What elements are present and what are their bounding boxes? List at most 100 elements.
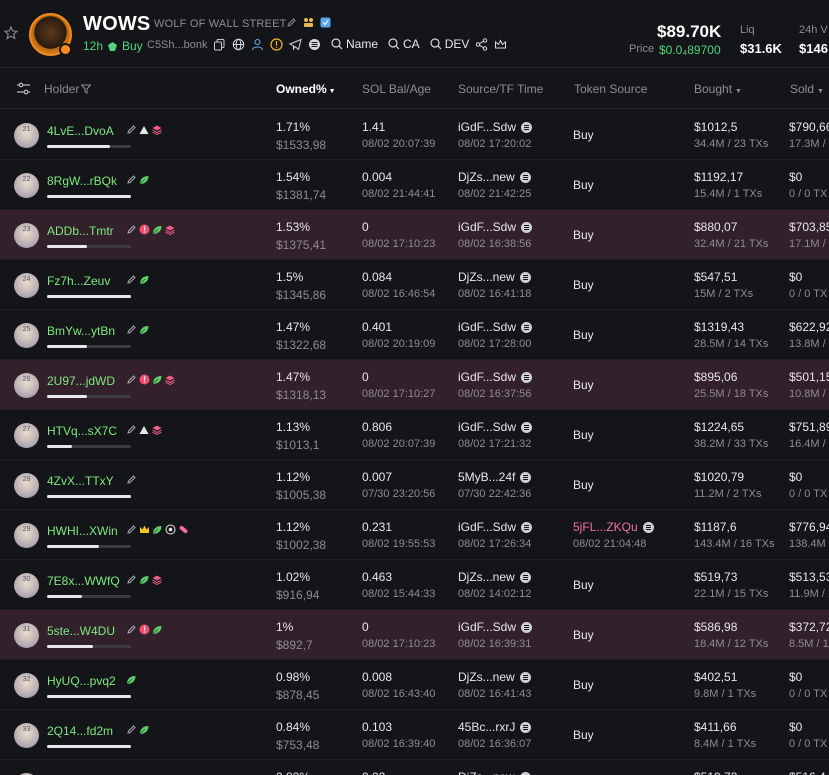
funding-source[interactable]: DjZs...new	[458, 270, 531, 284]
holder-address[interactable]: 4ZvX...TTxY	[47, 474, 114, 488]
column-holder[interactable]: Holder	[44, 82, 92, 96]
funding-source[interactable]: iGdF...Sdw	[458, 220, 533, 234]
funding-source[interactable]: iGdF...Sdw	[458, 120, 533, 134]
solscan-icon[interactable]	[308, 38, 321, 51]
edit-icon[interactable]	[126, 174, 137, 185]
funding-source[interactable]: 45Bc...rxrJ	[458, 720, 532, 734]
holder-address[interactable]: 2Q14...fd2m	[47, 724, 113, 738]
edit-icon[interactable]	[126, 324, 137, 335]
edit-icon[interactable]	[126, 224, 137, 235]
search-ca-button[interactable]: CA	[388, 37, 420, 51]
funding-source[interactable]: iGdF...Sdw	[458, 370, 533, 384]
table-row[interactable]: 29 HWHI...XWin 1.12% $1002,38 0.231 08/02 19:…	[0, 510, 829, 560]
funding-source[interactable]: iGdF...Sdw	[458, 420, 533, 434]
star-icon[interactable]	[4, 26, 18, 40]
solscan-icon[interactable]	[521, 621, 533, 633]
holder-address[interactable]: 4LvE...DvoA	[47, 124, 114, 138]
column-sol-bal[interactable]: SOL Bal/Age	[362, 82, 431, 96]
sort-icon: ▼	[817, 88, 824, 95]
holder-address[interactable]: 7E8x...WWfQ	[47, 574, 120, 588]
column-source[interactable]: Source/TF Time	[458, 82, 543, 96]
solscan-icon[interactable]	[520, 721, 532, 733]
funding-source[interactable]: DjZs...new	[458, 570, 531, 584]
token-buy-tag[interactable]: Buy	[107, 39, 143, 53]
funding-source[interactable]: iGdF...Sdw	[458, 620, 533, 634]
table-row[interactable]: 21 4LvE...DvoA 1.71% $1533,98 1.41 08/02 20:0…	[0, 110, 829, 160]
website-icon[interactable]	[232, 38, 245, 51]
holder-address[interactable]: HyUQ...pvq2	[47, 674, 116, 688]
table-row[interactable]: 30 7E8x...WWfQ 1.02% $916,94 0.463 08/02 15:4…	[0, 560, 829, 610]
table-row[interactable]: 26 2U97...jdWD 1.47% $1318,13 0 08/02 17:10:2…	[0, 360, 829, 410]
solscan-icon[interactable]	[521, 221, 533, 233]
table-row[interactable]: 340.82%0.02DjZs...new$519,73$516,4	[0, 760, 829, 775]
holder-address[interactable]: HWHI...XWin	[47, 524, 118, 538]
holder-address[interactable]: Fz7h...Zeuv	[47, 274, 110, 288]
table-row[interactable]: 33 2Q14...fd2m 0.84% $753,48 0.103 08/02 16:3…	[0, 710, 829, 760]
sold-txs: 138.4M	[789, 538, 826, 550]
table-row[interactable]: 22 8RgW...rBQk 1.54% $1381,74 0.004 08/02 21:…	[0, 160, 829, 210]
table-row[interactable]: 23 ADDb...Tmtr 1.53% $1375,41 0 08/02 17:10:2…	[0, 210, 829, 260]
funding-source[interactable]: DjZs...new	[458, 770, 531, 775]
funding-source[interactable]: iGdF...Sdw	[458, 520, 533, 534]
table-row[interactable]: 28 4ZvX...TTxY 1.12% $1005,38 0.007 07/30 23:…	[0, 460, 829, 510]
edit-icon[interactable]	[126, 374, 137, 385]
solscan-icon[interactable]	[521, 371, 533, 383]
holder-address[interactable]: 8RgW...rBQk	[47, 174, 117, 188]
column-owned[interactable]: Owned% ▼	[276, 82, 336, 96]
contract-address[interactable]: C5Sh...bonk	[147, 39, 208, 51]
solscan-icon[interactable]	[519, 271, 531, 283]
solscan-icon[interactable]	[519, 671, 531, 683]
telegram-icon[interactable]	[289, 38, 302, 51]
table-row[interactable]: 25 BmYw...ytBn 1.47% $1322,68 0.401 08/02 20:…	[0, 310, 829, 360]
search-dev-button[interactable]: DEV	[430, 37, 469, 51]
solscan-icon[interactable]	[521, 321, 533, 333]
share-icon[interactable]	[475, 37, 488, 51]
edit-icon[interactable]	[126, 124, 137, 135]
sold-txs: 11.9M / 1	[789, 588, 829, 600]
holder-address[interactable]: 5ste...W4DU	[47, 624, 115, 638]
holder-address[interactable]: ADDb...Tmtr	[47, 224, 114, 238]
edit-icon[interactable]	[126, 524, 137, 535]
edit-icon[interactable]	[126, 424, 137, 435]
crown-icon[interactable]	[494, 38, 507, 51]
table-row[interactable]: 24 Fz7h...Zeuv 1.5% $1345,86 0.084 08/02 16:4…	[0, 260, 829, 310]
edit-icon[interactable]	[126, 724, 137, 735]
holder-address[interactable]: 2U97...jdWD	[47, 374, 115, 388]
table-row[interactable]: 32 HyUQ...pvq2 0.98% $878,45 0.008 08/02 16:4…	[0, 660, 829, 710]
solscan-icon[interactable]	[519, 771, 531, 775]
solscan-icon[interactable]	[521, 421, 533, 433]
edit-icon[interactable]	[126, 574, 137, 585]
edit-icon[interactable]	[126, 274, 137, 285]
funding-source[interactable]: DjZs...new	[458, 670, 531, 684]
edit-icon[interactable]	[286, 17, 297, 28]
solscan-icon[interactable]	[521, 121, 533, 133]
funnel-icon[interactable]	[81, 84, 92, 94]
sliders-icon[interactable]	[16, 82, 31, 95]
verified-icon[interactable]	[320, 17, 331, 28]
token-source[interactable]: 5jFL...ZKQu	[573, 520, 654, 534]
table-row[interactable]: 27 HTVq...sX7C 1.13% $1013,1 0.806 08/02 20:0…	[0, 410, 829, 460]
community-icon[interactable]	[303, 17, 314, 28]
table-row[interactable]: 31 5ste...W4DU 1% $892,7 0 08/02 17:10:23 iGdF…	[0, 610, 829, 660]
column-sold[interactable]: Sold ▼	[790, 82, 824, 96]
funding-source[interactable]: DjZs...new	[458, 170, 531, 184]
holder-address[interactable]: HTVq...sX7C	[47, 424, 117, 438]
search-name-button[interactable]: Name	[331, 37, 378, 51]
dev-user-icon[interactable]	[251, 38, 264, 51]
funding-source[interactable]: 5MyB...24f	[458, 470, 532, 484]
edit-icon[interactable]	[126, 474, 137, 485]
funding-source[interactable]: iGdF...Sdw	[458, 320, 533, 334]
holder-address[interactable]: BmYw...ytBn	[47, 324, 115, 338]
solscan-icon[interactable]	[521, 521, 533, 533]
edit-icon[interactable]	[126, 624, 137, 635]
warning-icon[interactable]	[270, 37, 283, 51]
holder-tags	[126, 724, 149, 735]
solscan-icon[interactable]	[520, 471, 532, 483]
solscan-icon[interactable]	[519, 571, 531, 583]
column-token-source[interactable]: Token Source	[574, 82, 647, 96]
funding-source-address: DjZs...new	[458, 570, 515, 584]
copy-icon[interactable]	[213, 38, 226, 51]
solscan-icon[interactable]	[519, 171, 531, 183]
column-bought[interactable]: Bought ▼	[694, 82, 742, 96]
solscan-icon[interactable]	[642, 521, 654, 533]
